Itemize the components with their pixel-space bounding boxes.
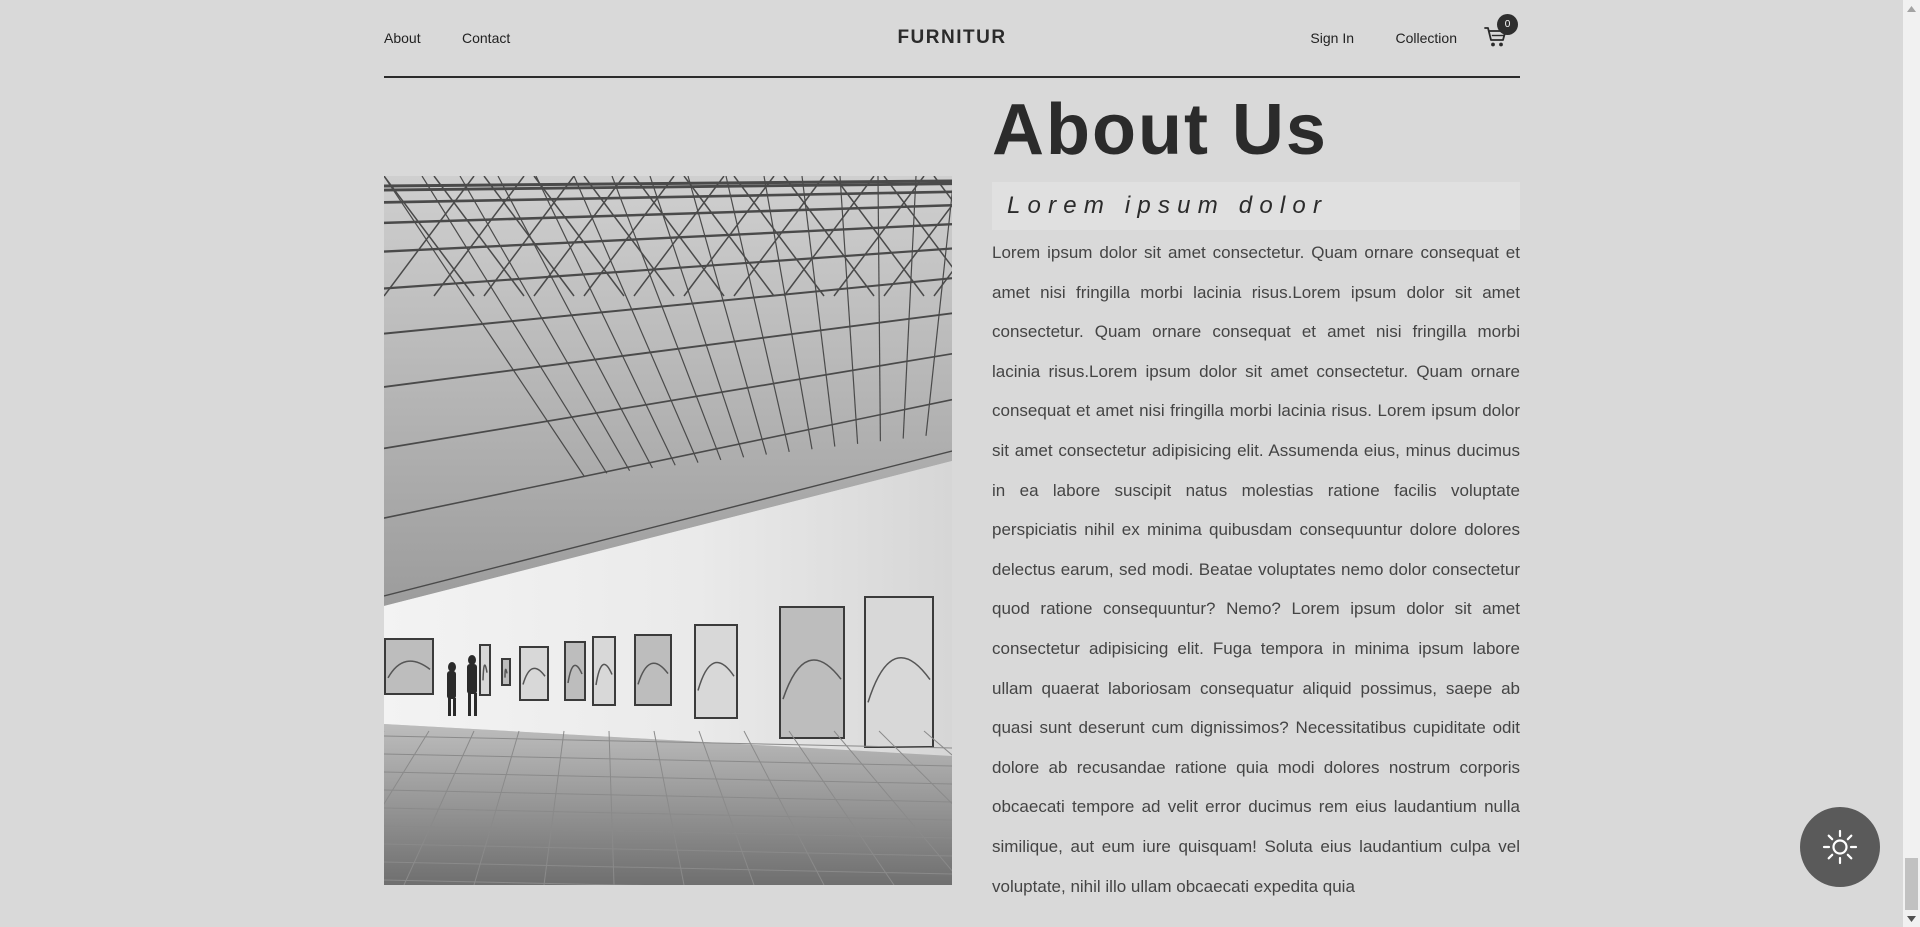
gallery-photo [384, 176, 952, 885]
scroll-up-arrow[interactable] [1903, 0, 1920, 17]
about-body-text: Lorem ipsum dolor sit amet consectetur. … [992, 243, 1520, 896]
subtitle-text: Lorem ipsum dolor [1007, 192, 1329, 219]
site-header: About Contact FURNITUR Sign In Collectio… [384, 0, 1520, 78]
subtitle-banner: Lorem ipsum dolor [992, 182, 1520, 230]
nav-sign-in-link[interactable]: Sign In [1310, 30, 1354, 46]
theme-toggle-button[interactable] [1800, 807, 1880, 887]
nav-collection-link[interactable]: Collection [1396, 30, 1457, 46]
cart-count-badge: 0 [1497, 14, 1518, 35]
page-scrollbar[interactable] [1903, 0, 1920, 927]
nav-about-link[interactable]: About [384, 30, 421, 46]
sun-icon [1822, 829, 1858, 865]
about-section: About Us Lorem ipsum dolor Lorem ipsum d… [992, 78, 1520, 906]
scroll-down-arrow[interactable] [1903, 910, 1920, 927]
scrollbar-thumb[interactable] [1905, 858, 1918, 910]
page-title: About Us [992, 90, 1328, 170]
nav-contact-link[interactable]: Contact [462, 30, 510, 46]
cart-button[interactable]: 0 [1484, 14, 1518, 50]
